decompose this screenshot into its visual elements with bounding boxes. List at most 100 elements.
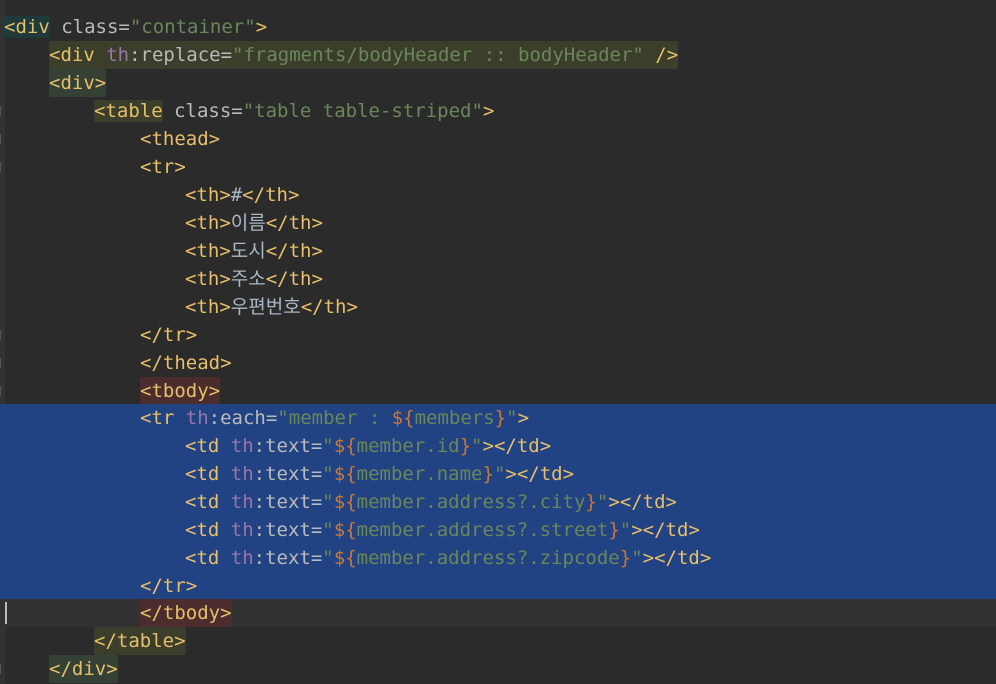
- code-line[interactable]: <th>우편번호</th>: [0, 293, 996, 321]
- tag-token: >: [220, 352, 232, 374]
- code-line[interactable]: <tbody>: [0, 377, 996, 405]
- expression-token: ${: [333, 435, 357, 457]
- code-line-selected[interactable]: <td th:text="${member.address?.city}"></…: [0, 488, 996, 516]
- code-line[interactable]: <div th:replace="fragments/bodyHeader ::…: [0, 41, 996, 69]
- attr-token: class=: [162, 100, 243, 122]
- string-token: "table table-striped": [242, 100, 483, 122]
- tag-token: >: [208, 128, 221, 150]
- code-line-selected[interactable]: <td th:text="${member.address?.zipcode}"…: [0, 544, 996, 572]
- tag-token: <table: [94, 100, 163, 122]
- tag-token: <div: [49, 44, 95, 66]
- code-line-selected[interactable]: <td th:text="${member.name}"></td>: [0, 460, 996, 488]
- tag-token: <th>: [185, 296, 231, 318]
- code-line[interactable]: <th>도시</th>: [0, 237, 996, 265]
- tag-token: </tr: [140, 575, 186, 597]
- string-token: ": [596, 491, 609, 513]
- fold-marker-icon[interactable]: [0, 386, 4, 396]
- code-line[interactable]: <thead>: [0, 125, 996, 153]
- expression-token: ${: [333, 463, 357, 485]
- fold-marker-icon[interactable]: [0, 330, 4, 340]
- tag-token: >: [220, 602, 232, 624]
- tag-token: >: [185, 324, 198, 346]
- tag-token: <td: [185, 463, 220, 485]
- tag-token: >: [174, 630, 186, 652]
- tag-token: <td: [185, 519, 220, 541]
- attr-token: :text=: [253, 491, 323, 513]
- tag-token: <tr: [140, 156, 175, 178]
- tag-token: <th>: [185, 212, 231, 234]
- code-line[interactable]: <div class="container">: [0, 13, 996, 41]
- string-token: ": [506, 407, 518, 429]
- expression-token: }: [482, 463, 494, 485]
- tag-token: </th>: [265, 240, 323, 262]
- string-token: member.address?.city: [356, 491, 586, 513]
- namespace-token: th: [219, 491, 254, 513]
- tag-token: ></td>: [608, 491, 677, 513]
- string-token: ": [322, 519, 334, 541]
- namespace-token: th: [219, 547, 254, 569]
- fold-marker-icon[interactable]: [0, 358, 4, 368]
- fold-marker-icon[interactable]: [0, 134, 4, 144]
- tag-token: >: [208, 380, 221, 402]
- string-token: member.id: [356, 435, 460, 457]
- fold-marker-icon[interactable]: [0, 106, 4, 116]
- code-line[interactable]: </div>: [0, 655, 996, 683]
- tag-token: </th>: [265, 268, 323, 290]
- code-line[interactable]: <div>: [0, 69, 996, 97]
- attr-token: class=: [49, 16, 130, 38]
- string-token: member.address?.zipcode: [356, 547, 620, 569]
- tag-token: >: [517, 407, 530, 429]
- namespace-token: th: [219, 519, 254, 541]
- expression-token: }: [494, 407, 507, 429]
- code-line[interactable]: </thead>: [0, 349, 996, 377]
- tag-token: </div: [49, 658, 107, 680]
- expression-token: }: [459, 435, 472, 457]
- tag-token: <thead: [140, 128, 209, 150]
- fold-marker-icon[interactable]: [0, 664, 4, 674]
- code-line[interactable]: <th>#</th>: [0, 181, 996, 209]
- code-line[interactable]: </tr>: [0, 321, 996, 349]
- string-token: ": [322, 547, 334, 569]
- tag-token: </tbody: [140, 602, 221, 624]
- namespace-token: th: [219, 435, 254, 457]
- attr-token: :replace=: [129, 44, 233, 66]
- code-line[interactable]: <table class="table table-striped">: [0, 97, 996, 125]
- tag-token: <td: [185, 491, 220, 513]
- string-token: ": [322, 463, 334, 485]
- string-token: ": [619, 519, 632, 541]
- code-line[interactable]: <tr>: [0, 153, 996, 181]
- string-token: ": [322, 435, 334, 457]
- expression-token: ${: [391, 407, 415, 429]
- string-token: "fragments/bodyHeader :: bodyHeader": [232, 44, 644, 66]
- tag-token: <div: [4, 16, 50, 38]
- attr-token: :text=: [253, 435, 323, 457]
- tag-token: </table: [94, 630, 175, 652]
- tag-token: >: [106, 658, 118, 680]
- tag-token: <div: [49, 72, 95, 94]
- code-line[interactable]: <th>주소</th>: [0, 265, 996, 293]
- tag-token: <th>: [185, 268, 231, 290]
- tag-token: <th>: [185, 184, 231, 206]
- tag-token: >: [255, 16, 268, 38]
- expression-token: ${: [333, 519, 357, 541]
- code-line[interactable]: </table>: [0, 627, 996, 655]
- expression-token: }: [608, 519, 620, 541]
- text-token: 우편번호: [230, 296, 301, 318]
- code-line-selected[interactable]: <td th:text="${member.address?.street}">…: [0, 516, 996, 544]
- code-line-selected[interactable]: <td th:text="${member.id}"></td>: [0, 432, 996, 460]
- text-token: #: [230, 184, 243, 206]
- code-line-current[interactable]: </tbody>: [0, 599, 996, 627]
- string-token: ": [631, 547, 643, 569]
- tag-token: ></td>: [631, 519, 700, 541]
- code-line-selected[interactable]: </tr>: [0, 572, 996, 599]
- string-token: ": [493, 463, 506, 485]
- code-editor[interactable]: <div class="container"> <div th:replace=…: [0, 0, 996, 684]
- string-token: ": [277, 407, 289, 429]
- string-token: ": [471, 435, 483, 457]
- fold-marker-icon[interactable]: [0, 162, 4, 172]
- code-line-selected[interactable]: <tr th:each="member : ${members}">: [0, 404, 996, 433]
- tag-token: ></td>: [505, 463, 575, 485]
- tag-token: />: [643, 44, 679, 66]
- string-token: "container": [129, 16, 256, 38]
- code-line[interactable]: <th>이름</th>: [0, 209, 996, 237]
